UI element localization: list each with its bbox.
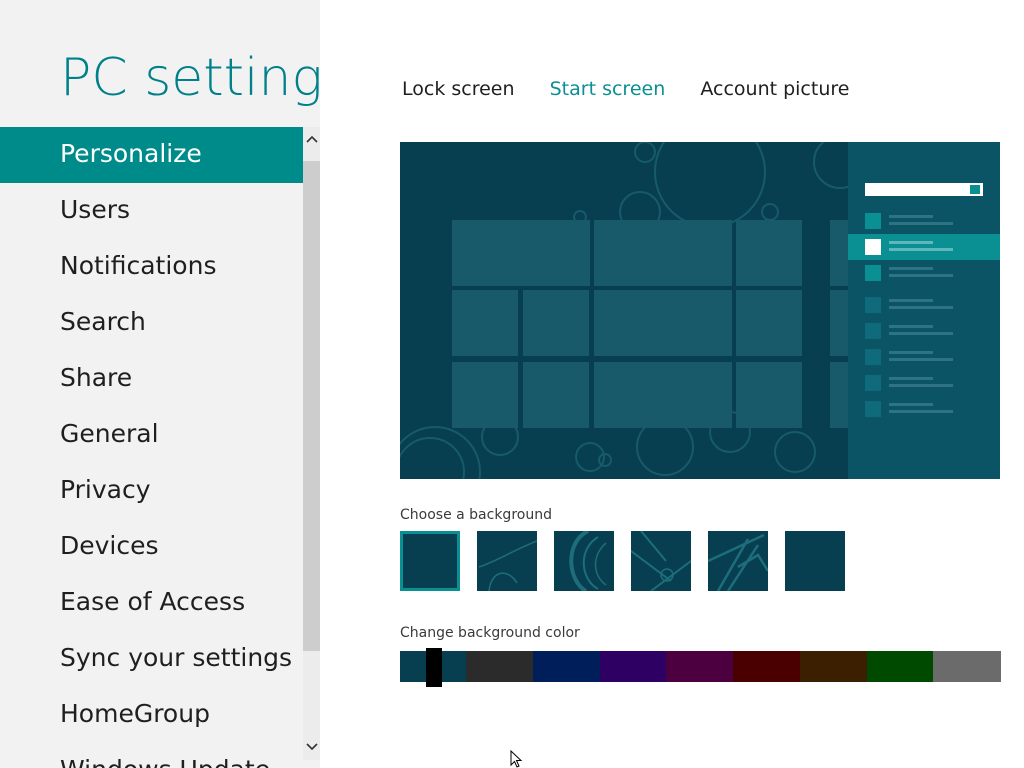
nav-item-ease-of-access[interactable]: Ease of Access xyxy=(0,575,303,631)
nav-item-share[interactable]: Share xyxy=(0,351,303,407)
chevron-up-icon[interactable] xyxy=(303,129,320,149)
settings-nav: Personalize Users Notifications Search S… xyxy=(0,127,303,768)
preview-list-item xyxy=(865,297,985,317)
color-slider-handle[interactable] xyxy=(426,648,442,687)
background-option-1[interactable] xyxy=(400,531,460,591)
nav-item-windows-update[interactable]: Windows Update xyxy=(0,743,303,768)
nav-item-general[interactable]: General xyxy=(0,407,303,463)
tab-start-screen[interactable]: Start screen xyxy=(550,78,666,100)
preview-list-item xyxy=(865,349,985,369)
nav-item-sync-settings[interactable]: Sync your settings xyxy=(0,631,303,687)
tab-lock-screen[interactable]: Lock screen xyxy=(402,78,515,100)
background-option-5[interactable] xyxy=(708,531,768,591)
choose-background-label: Choose a background xyxy=(400,507,552,523)
color-slider[interactable] xyxy=(400,651,1001,682)
preview-tile xyxy=(830,220,848,286)
preview-tile xyxy=(830,362,848,428)
color-swatch[interactable] xyxy=(466,651,534,682)
nav-item-devices[interactable]: Devices xyxy=(0,519,303,575)
preview-tile xyxy=(594,362,732,428)
preview-tile xyxy=(736,290,802,356)
nav-item-personalize[interactable]: Personalize xyxy=(0,127,303,183)
background-option-2[interactable] xyxy=(477,531,537,591)
background-option-6[interactable] xyxy=(785,531,845,591)
preview-tile xyxy=(830,290,848,356)
background-option-3[interactable] xyxy=(554,531,614,591)
preview-list-item xyxy=(865,265,985,285)
tab-account-picture[interactable]: Account picture xyxy=(700,78,849,100)
preview-list-item xyxy=(865,401,985,421)
preview-tile xyxy=(594,290,732,356)
preview-list-item xyxy=(865,375,985,395)
preview-list-item xyxy=(865,239,985,259)
scrollbar-thumb[interactable] xyxy=(303,161,320,651)
preview-list-item xyxy=(865,213,985,233)
color-swatch[interactable] xyxy=(532,651,600,682)
color-swatch[interactable] xyxy=(666,651,734,682)
background-option-4[interactable] xyxy=(631,531,691,591)
preview-tile xyxy=(452,290,518,356)
color-swatch[interactable] xyxy=(933,651,1001,682)
preview-list-item xyxy=(865,323,985,343)
nav-item-notifications[interactable]: Notifications xyxy=(0,239,303,295)
color-swatch[interactable] xyxy=(599,651,667,682)
color-swatch[interactable] xyxy=(733,651,801,682)
preview-tile xyxy=(523,290,589,356)
preview-tile xyxy=(736,220,802,286)
chevron-down-icon[interactable] xyxy=(303,737,320,757)
preview-search-box xyxy=(865,183,983,196)
nav-item-privacy[interactable]: Privacy xyxy=(0,463,303,519)
color-swatch[interactable] xyxy=(799,651,867,682)
personalize-tabs: Lock screen Start screen Account picture xyxy=(402,78,879,100)
left-pane: PC settings Personalize Users Notificati… xyxy=(0,0,320,768)
preview-tile xyxy=(452,220,590,286)
change-color-label: Change background color xyxy=(400,625,580,641)
nav-item-homegroup[interactable]: HomeGroup xyxy=(0,687,303,743)
preview-tile xyxy=(523,362,589,428)
preview-tile xyxy=(452,362,518,428)
page-title: PC settings xyxy=(60,48,320,108)
mouse-pointer-icon xyxy=(510,750,523,768)
preview-search-button xyxy=(970,185,980,194)
preview-tile xyxy=(594,220,732,286)
nav-item-search[interactable]: Search xyxy=(0,295,303,351)
nav-item-users[interactable]: Users xyxy=(0,183,303,239)
preview-tile xyxy=(736,362,802,428)
color-swatch[interactable] xyxy=(866,651,934,682)
nav-scrollbar[interactable] xyxy=(303,127,320,760)
start-screen-preview xyxy=(400,142,1000,479)
preview-search-pane xyxy=(848,142,1000,479)
